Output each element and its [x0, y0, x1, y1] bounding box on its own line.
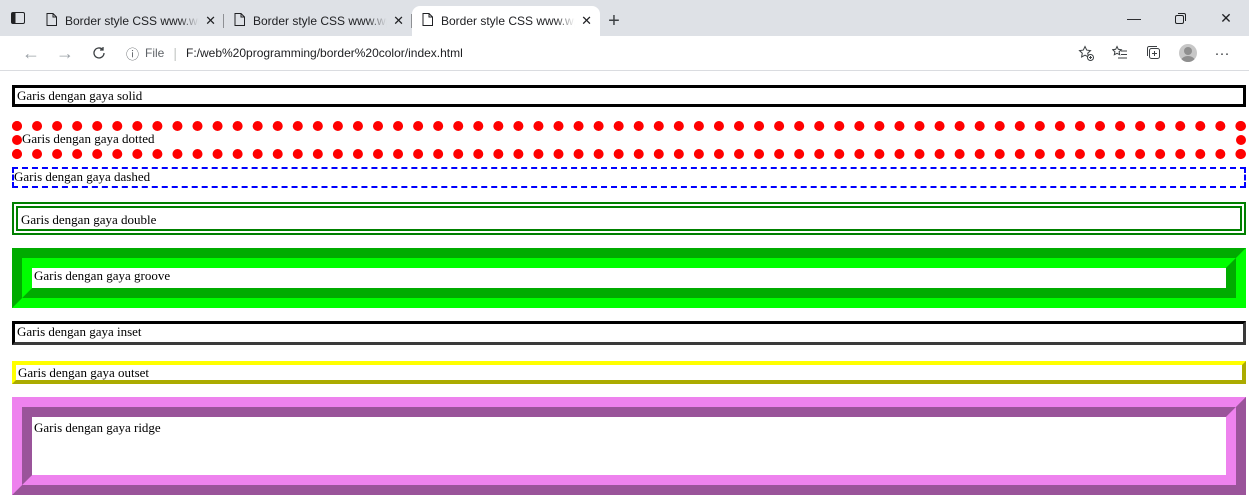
dashed-border-box: Garis dengan gaya dashed: [12, 167, 1246, 188]
ridge-inner: Garis dengan gaya ridge: [34, 420, 1224, 436]
groove-border-box: Garis dengan gaya groove: [12, 248, 1246, 308]
add-favorite-icon[interactable]: [1069, 36, 1103, 70]
collections-icon[interactable]: [1137, 36, 1171, 70]
back-arrow-icon[interactable]: ←: [14, 36, 48, 70]
tab-title: Border style CSS www.wpm.manaj...: [441, 14, 575, 28]
page-icon: [46, 13, 57, 29]
restore-icon[interactable]: [1157, 0, 1203, 36]
profile-button[interactable]: [1171, 36, 1205, 70]
tab[interactable]: Border style CSS www.wpm.manaj... ✕: [36, 6, 224, 36]
box-label: Garis dengan gaya outset: [18, 365, 150, 380]
divider: |: [173, 45, 177, 61]
more-icon[interactable]: ···: [1205, 36, 1239, 70]
box-label: Garis dengan gaya groove: [34, 268, 171, 283]
outset-border-box: Garis dengan gaya outset: [12, 361, 1246, 384]
box-label: Garis dengan gaya double: [21, 212, 157, 227]
double-border-box: Garis dengan gaya double: [12, 202, 1246, 235]
tab-actions-icon[interactable]: [0, 0, 36, 36]
toolbar: ← → ⓘ File | F:/web%20programming/border…: [0, 36, 1249, 71]
tab[interactable]: Border style CSS www.wpm.manaj... ✕: [224, 6, 412, 36]
page-content: Garis dengan gaya solid Garis dengan gay…: [0, 71, 1249, 495]
box-label: Garis dengan gaya dashed: [14, 169, 151, 184]
minimize-icon[interactable]: —: [1111, 0, 1157, 36]
favorites-icon[interactable]: [1103, 36, 1137, 70]
close-window-icon[interactable]: ✕: [1203, 0, 1249, 36]
box-label: Garis dengan gaya solid: [17, 88, 143, 103]
tab-active[interactable]: Border style CSS www.wpm.manaj... ✕: [412, 6, 600, 36]
avatar: [1179, 44, 1197, 62]
window-controls: — ✕: [1111, 0, 1249, 36]
close-icon[interactable]: ✕: [205, 13, 216, 29]
tab-bar: Border style CSS www.wpm.manaj... ✕ Bord…: [0, 0, 1249, 36]
inset-border-box: Garis dengan gaya inset: [12, 321, 1246, 345]
groove-inner: Garis dengan gaya groove: [34, 268, 1224, 283]
box-label: Garis dengan gaya inset: [17, 324, 142, 339]
solid-border-box: Garis dengan gaya solid: [12, 85, 1246, 107]
plus-icon[interactable]: +: [600, 6, 628, 36]
info-icon[interactable]: ⓘ: [126, 44, 139, 63]
tab-title: Border style CSS www.wpm.manaj...: [253, 14, 387, 28]
url-text: F:/web%20programming/border%20color/inde…: [186, 46, 463, 60]
reload-icon[interactable]: [82, 36, 116, 70]
close-icon[interactable]: ✕: [581, 13, 592, 29]
tab-title: Border style CSS www.wpm.manaj...: [65, 14, 199, 28]
page-icon: [234, 13, 245, 29]
address-bar[interactable]: ⓘ File | F:/web%20programming/border%20c…: [126, 36, 1069, 70]
box-label: Garis dengan gaya dotted: [22, 131, 155, 146]
toolbar-actions: ···: [1069, 36, 1239, 70]
dotted-border-box: Garis dengan gaya dotted: [12, 121, 1246, 159]
page-icon: [422, 13, 433, 29]
box-label: Garis dengan gaya ridge: [34, 420, 161, 435]
close-icon[interactable]: ✕: [393, 13, 404, 29]
forward-arrow-icon[interactable]: →: [48, 36, 82, 70]
ridge-border-box: Garis dengan gaya ridge: [12, 397, 1246, 495]
url-scheme: File: [145, 46, 165, 60]
